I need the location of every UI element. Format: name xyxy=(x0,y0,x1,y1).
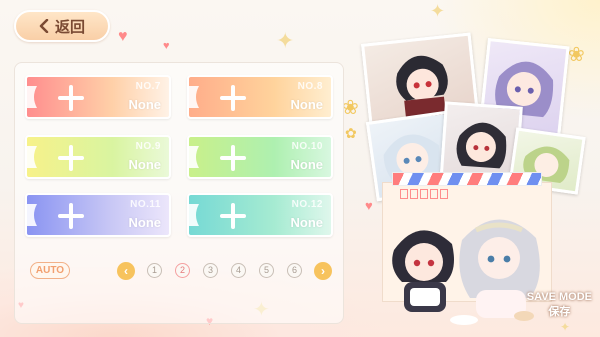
slot-name: None xyxy=(128,157,162,172)
add-icon xyxy=(220,145,246,171)
slot-tab-icon xyxy=(27,204,37,226)
slot-name: None xyxy=(290,157,324,172)
page-button-5[interactable]: 5 xyxy=(259,263,274,278)
save-slot-7[interactable]: NO.7 None xyxy=(25,75,171,119)
sparkle-icon: ✦ xyxy=(430,1,446,21)
save-slot-10[interactable]: NO.10 None xyxy=(187,135,333,179)
heart-icon: ♥ xyxy=(118,28,128,45)
slot-name: None xyxy=(128,215,162,230)
back-label: 返回 xyxy=(54,18,85,36)
sunflower-icon: ❀ xyxy=(342,97,359,119)
add-icon xyxy=(58,145,84,171)
mode-label-en: SAVE MODE xyxy=(526,291,592,303)
mode-indicator: SAVE MODE 保存 xyxy=(527,291,592,319)
slot-name: None xyxy=(290,97,324,112)
page-button-3[interactable]: 3 xyxy=(203,263,218,278)
page-button-2[interactable]: 2 xyxy=(175,263,190,278)
slot-tab-icon xyxy=(27,146,37,168)
prev-page-button[interactable]: ‹ xyxy=(117,262,135,280)
sunflower-icon: ❀ xyxy=(568,44,585,66)
slot-number: NO.9 xyxy=(135,141,161,152)
slot-tab-icon xyxy=(189,146,199,168)
page-button-4[interactable]: 4 xyxy=(231,263,246,278)
save-slot-9[interactable]: NO.9 None xyxy=(25,135,171,179)
slot-number: NO.8 xyxy=(297,81,323,92)
add-icon xyxy=(58,203,84,229)
auto-button[interactable]: AUTO xyxy=(30,262,70,279)
bee-icon: ✿ xyxy=(345,125,357,141)
add-icon xyxy=(58,85,84,111)
slot-tab-icon xyxy=(27,86,37,108)
slot-number: NO.12 xyxy=(291,199,323,210)
next-page-button[interactable]: › xyxy=(314,262,332,280)
slot-number: NO.7 xyxy=(135,81,161,92)
add-icon xyxy=(220,203,246,229)
slot-tab-icon xyxy=(189,86,199,108)
slot-number: NO.10 xyxy=(291,141,323,152)
slot-name: None xyxy=(290,215,324,230)
chevron-left-icon xyxy=(39,19,49,33)
slot-tab-icon xyxy=(189,204,199,226)
save-slot-8[interactable]: NO.8 None xyxy=(187,75,333,119)
chevron-left-icon: ‹ xyxy=(124,264,128,278)
back-button[interactable]: 返回 xyxy=(14,10,110,42)
save-slot-11[interactable]: NO.11 None xyxy=(25,193,171,237)
heart-icon: ♥ xyxy=(365,198,373,213)
sparkle-icon: ✦ xyxy=(276,28,295,53)
page-button-6[interactable]: 6 xyxy=(287,263,302,278)
envelope-airmail-stripe xyxy=(392,172,542,186)
mode-label-zh: 保存 xyxy=(548,306,571,318)
page-button-1[interactable]: 1 xyxy=(147,263,162,278)
slot-name: None xyxy=(128,97,162,112)
save-slot-12[interactable]: NO.12 None xyxy=(187,193,333,237)
chevron-right-icon: › xyxy=(321,264,325,278)
heart-icon: ♥ xyxy=(163,40,170,52)
save-slot-panel: NO.7 None NO.8 None NO.9 None NO.10 None… xyxy=(14,62,344,324)
slot-number: NO.11 xyxy=(130,199,161,210)
add-icon xyxy=(220,85,246,111)
